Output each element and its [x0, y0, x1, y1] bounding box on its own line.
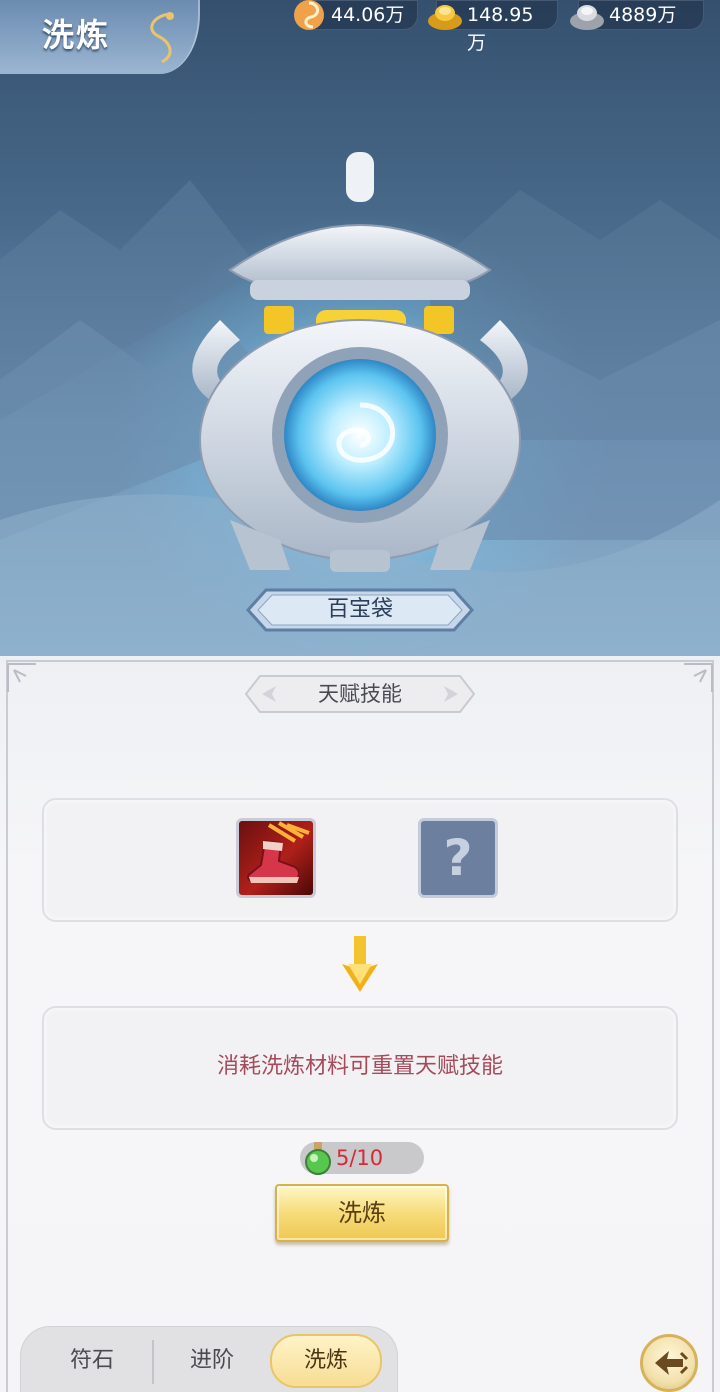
tab-advance[interactable]: 进阶: [156, 1336, 268, 1386]
silver-ingot-icon: [570, 5, 604, 30]
section-title-plate: 天赋技能: [242, 672, 478, 716]
current-skill-slot[interactable]: [236, 818, 316, 898]
corner-ornament-right-icon: [684, 663, 713, 692]
description-text: 消耗洗炼材料可重置天赋技能: [216, 1054, 503, 1079]
currency-gold-value: 148.95万: [467, 4, 534, 54]
currency-gold: 148.95万: [428, 0, 558, 54]
item-name-plate: 百宝袋: [246, 588, 474, 632]
tab-rune-stone[interactable]: 符石: [36, 1336, 148, 1386]
section-title: 天赋技能: [318, 682, 402, 706]
item-name: 百宝袋: [326, 597, 393, 622]
material-count: 5/10: [336, 1146, 384, 1170]
new-skill-slot[interactable]: ?: [418, 818, 498, 898]
red-boot-skill-icon: [247, 821, 310, 883]
arrow-down-icon: [342, 936, 378, 992]
tab-divider: [152, 1340, 154, 1384]
page-title: 洗炼: [42, 16, 111, 54]
scene-background: 洗炼 44.06万 148.95万 4889万 百宝袋: [0, 0, 720, 656]
currency-silver-value: 4889万: [609, 4, 677, 26]
currency-silver: 4889万: [570, 0, 704, 30]
currency-jade-value: 44.06万: [331, 4, 405, 26]
refine-button[interactable]: 洗炼: [275, 1184, 449, 1242]
corner-ornament-left-icon: [7, 663, 36, 692]
gold-ingot-icon: [428, 5, 462, 30]
green-potion-icon: [305, 1142, 331, 1175]
material-counter: 5/10: [300, 1142, 424, 1175]
tab-refine[interactable]: 洗炼: [270, 1334, 382, 1388]
back-button[interactable]: [640, 1334, 698, 1392]
back-arrow-icon: [655, 1351, 689, 1375]
question-mark-icon: ?: [443, 829, 473, 887]
cloud-swirl-icon: [150, 12, 174, 64]
refine-button-label: 洗炼: [338, 1199, 386, 1227]
skills-box: [42, 798, 678, 922]
jade-swirl-coin-icon: [294, 0, 324, 30]
currency-jade: 44.06万: [294, 0, 418, 30]
treasure-bag-artifact: [192, 152, 528, 572]
